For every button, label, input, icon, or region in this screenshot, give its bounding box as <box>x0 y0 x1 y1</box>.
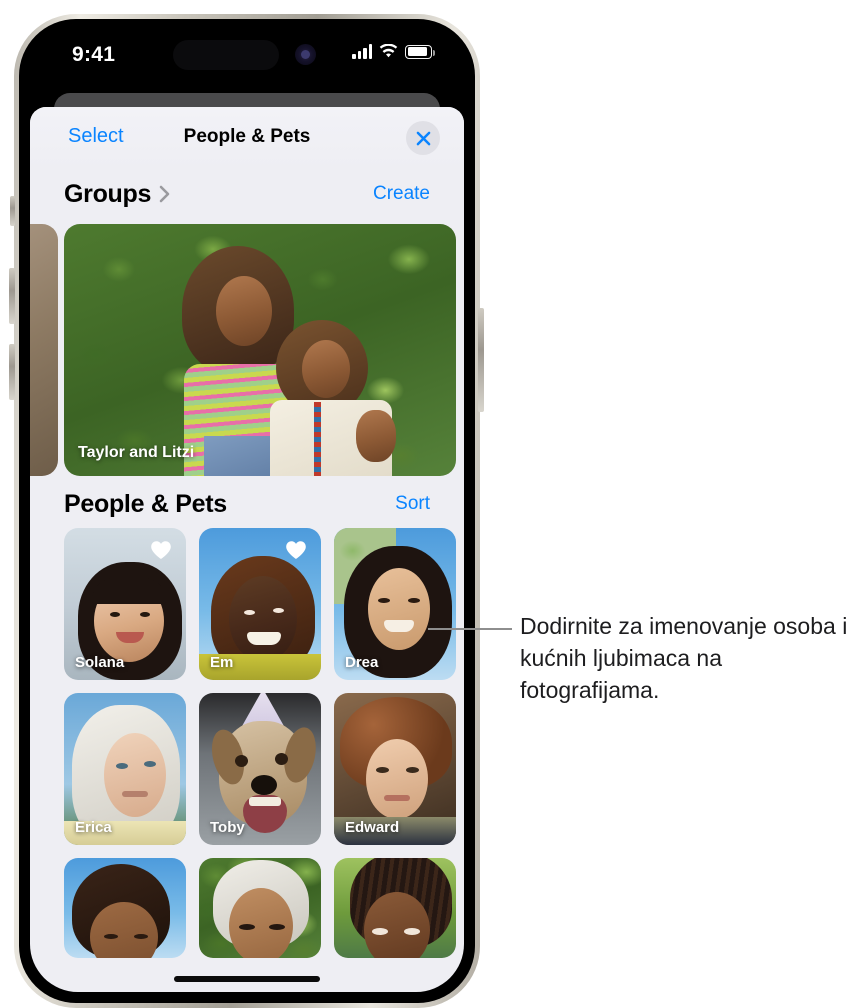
group-card-peek[interactable] <box>30 224 58 476</box>
person-mouth <box>122 791 148 797</box>
status-indicators <box>352 44 436 59</box>
people-and-pets-sheet: Select People & Pets Groups Create Taylo… <box>30 107 464 992</box>
person-tile-solana[interactable]: Solana <box>64 528 186 680</box>
person-eye-left <box>372 928 388 935</box>
silent-switch[interactable] <box>10 196 15 226</box>
people-section-header: People & Pets Sort <box>30 480 464 528</box>
person-face <box>368 568 430 650</box>
people-row: Erica Toby Edward <box>64 693 456 845</box>
person-face <box>229 888 293 958</box>
person-eye-left <box>376 767 389 773</box>
cellular-signal-icon <box>352 44 372 59</box>
front-camera-icon <box>295 44 316 65</box>
pet-eye-right <box>275 753 288 765</box>
people-title-group: People & Pets <box>64 490 227 519</box>
person-tile-toby[interactable]: Toby <box>199 693 321 845</box>
battery-icon <box>405 44 436 59</box>
power-button[interactable] <box>478 308 484 412</box>
people-row: Solana Em Drea <box>64 528 456 680</box>
person-tile-partial-1[interactable] <box>64 858 186 958</box>
groups-title: Groups <box>64 179 152 208</box>
person-eye-left <box>116 763 128 769</box>
chevron-right-icon <box>159 185 170 203</box>
group-photo-hand <box>356 410 396 462</box>
person-name: Em <box>210 654 234 671</box>
person-tile-edward[interactable]: Edward <box>334 693 456 845</box>
volume-up-button[interactable] <box>9 268 15 324</box>
group-photo-child-trim <box>314 402 321 476</box>
person-eye-left <box>104 934 118 939</box>
person-name: Drea <box>345 654 379 671</box>
person-eye-left <box>244 610 255 615</box>
person-name: Edward <box>345 819 400 836</box>
groups-title-group[interactable]: Groups <box>64 180 172 209</box>
person-face <box>104 733 166 817</box>
close-button[interactable] <box>406 121 440 155</box>
person-name: Erica <box>75 819 112 836</box>
person-name: Solana <box>75 654 125 671</box>
phone-screen: 9:41 Select People & Pets Groups Create … <box>30 30 464 992</box>
screenshot-root: 9:41 Select People & Pets Groups Create … <box>0 0 854 1008</box>
person-tile-drea[interactable]: Drea <box>334 528 456 680</box>
group-card[interactable]: Taylor and Litzi <box>64 224 456 476</box>
create-button[interactable]: Create <box>373 183 430 205</box>
home-indicator[interactable] <box>174 976 320 982</box>
groups-carousel[interactable]: Taylor and Litzi <box>30 218 464 480</box>
person-eye-right <box>144 761 156 767</box>
person-smile <box>247 632 281 645</box>
sheet-navigation-bar: Select People & Pets <box>30 107 464 170</box>
pet-name: Toby <box>210 819 245 836</box>
person-eye-right <box>406 767 419 773</box>
status-time: 9:41 <box>72 43 116 66</box>
sort-button[interactable]: Sort <box>395 493 430 515</box>
person-eye-right <box>269 924 285 930</box>
group-peek-photo <box>30 224 58 476</box>
person-eye-right <box>404 928 420 935</box>
person-face <box>229 576 297 662</box>
dynamic-island <box>173 40 279 70</box>
callout-text: Dodirnite za imenovanje osoba i kućnih l… <box>520 613 848 703</box>
person-tile-em[interactable]: Em <box>199 528 321 680</box>
close-icon <box>416 131 430 145</box>
person-eye-right <box>140 612 150 617</box>
person-bangs <box>92 578 166 604</box>
person-tile-erica[interactable]: Erica <box>64 693 186 845</box>
pet-nose <box>251 775 277 795</box>
person-face <box>366 739 428 819</box>
person-eye-left <box>239 924 255 930</box>
page-title: People & Pets <box>183 126 311 147</box>
person-smile <box>384 620 414 632</box>
person-face <box>364 892 430 958</box>
pet-teeth <box>249 797 281 806</box>
wifi-icon <box>379 44 398 58</box>
person-eye-left <box>378 598 390 603</box>
person-tile-partial-2[interactable] <box>199 858 321 958</box>
heart-icon[interactable] <box>150 540 172 560</box>
person-mouth <box>384 795 410 801</box>
callout-leader-line <box>428 628 512 630</box>
people-title: People & Pets <box>64 489 227 518</box>
people-row-partial <box>64 858 456 958</box>
person-eye-right <box>134 934 148 939</box>
status-bar: 9:41 <box>30 30 464 88</box>
group-photo-child-face <box>302 340 350 398</box>
group-photo-subject-face <box>216 276 272 346</box>
volume-down-button[interactable] <box>9 344 15 400</box>
heart-icon[interactable] <box>285 540 307 560</box>
person-eye-left <box>110 612 120 617</box>
group-card-caption: Taylor and Litzi <box>78 444 195 461</box>
groups-section-header: Groups Create <box>30 170 464 218</box>
person-eye-right <box>408 598 420 603</box>
pet-eye-left <box>235 755 248 767</box>
person-tile-partial-3[interactable] <box>334 858 456 958</box>
person-eye-right <box>273 608 284 613</box>
people-grid: Solana Em Drea Erica Toby Edward <box>30 528 464 958</box>
